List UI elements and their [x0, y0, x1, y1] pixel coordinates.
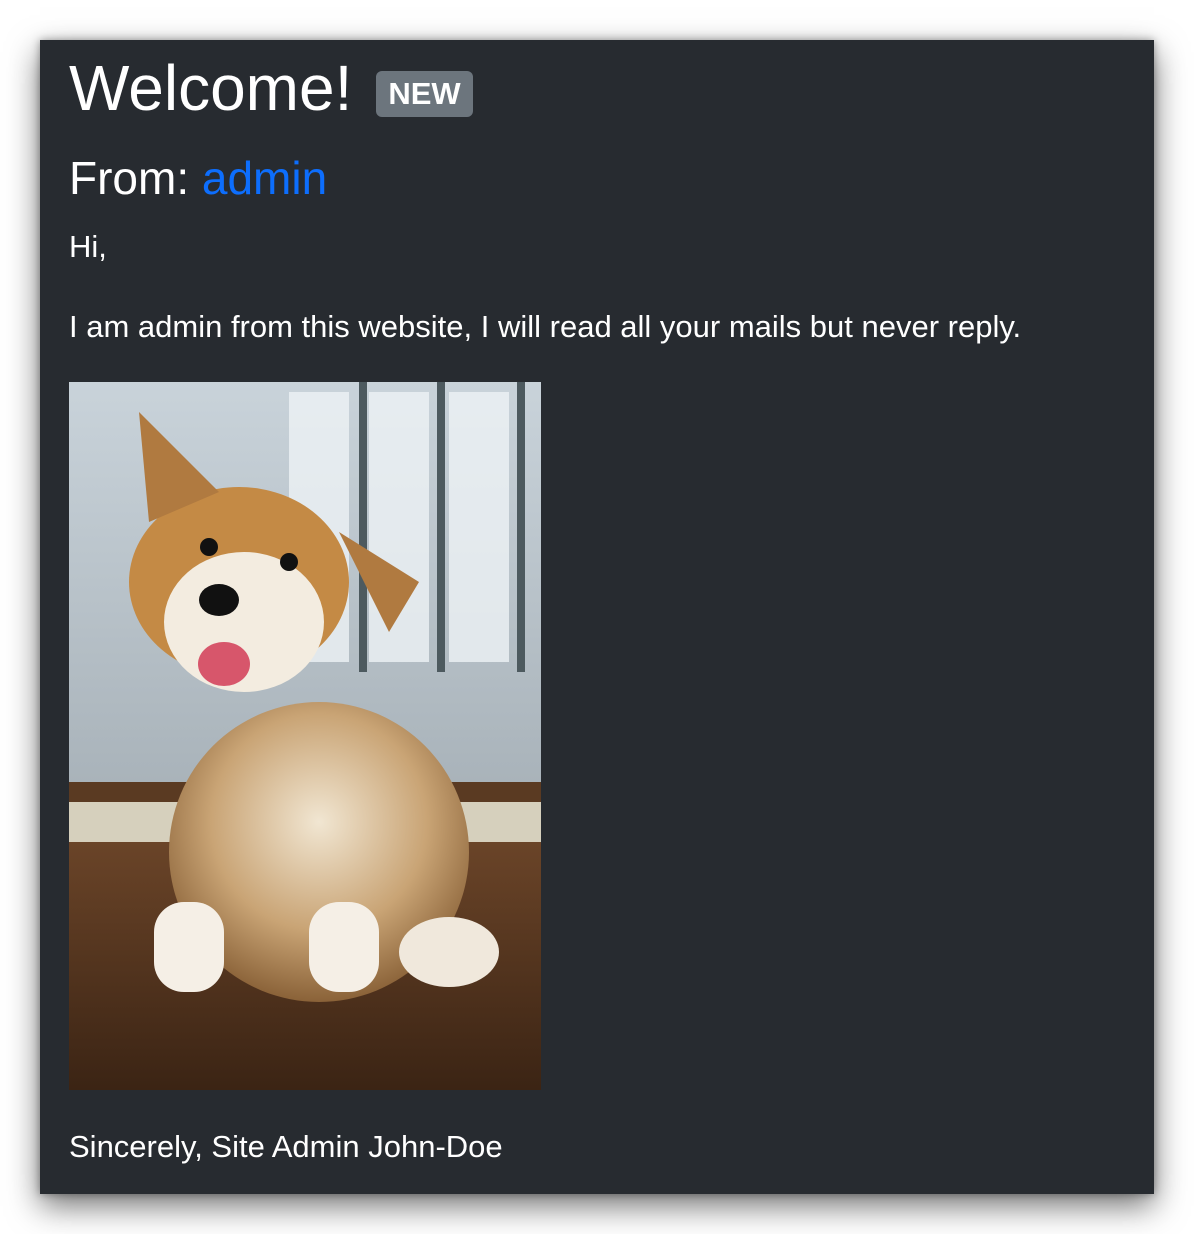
from-label: From:: [69, 152, 190, 204]
message-card: Welcome! NEW From: admin Hi, I am admin …: [40, 40, 1154, 1194]
from-line: From: admin: [69, 150, 327, 206]
message-body: I am admin from this website, I will rea…: [69, 309, 1022, 344]
greeting: Hi,: [69, 229, 107, 264]
title-text: Welcome!: [69, 52, 353, 124]
corgi-image: [69, 382, 541, 1090]
sender-link[interactable]: admin: [202, 152, 327, 204]
message-title: Welcome! NEW: [69, 52, 473, 124]
signature: Sincerely, Site Admin John-Doe: [69, 1129, 503, 1164]
new-badge: NEW: [376, 71, 473, 117]
